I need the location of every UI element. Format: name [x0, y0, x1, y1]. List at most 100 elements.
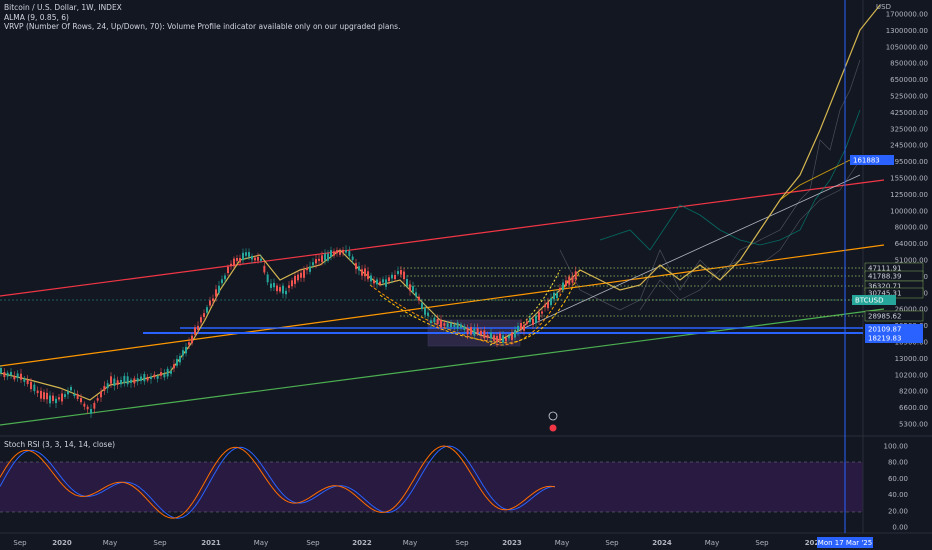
- rsi-tick-label: 40.00: [888, 491, 908, 499]
- candle-body: [170, 370, 172, 374]
- candle-body: [379, 281, 381, 285]
- candle-body: [276, 285, 278, 292]
- candle-body: [532, 318, 534, 325]
- candle-body: [248, 252, 250, 257]
- candle-body: [83, 403, 86, 407]
- price-tick-label: 6600.00: [899, 404, 928, 412]
- time-tick-label: Sep: [455, 539, 469, 547]
- candle-body: [450, 323, 452, 328]
- alma-indicator-label[interactable]: ALMA (9, 0.85, 6): [4, 13, 400, 23]
- candle-body: [163, 373, 166, 378]
- candle-body: [254, 257, 256, 261]
- candle-body: [55, 398, 57, 404]
- rsi-band: [0, 462, 863, 512]
- crosshair-time-text: Mon 17 Mar '25: [818, 539, 872, 547]
- candle-body: [342, 249, 344, 253]
- level-label-18219-text: 18219.83: [868, 335, 901, 343]
- symbol-title[interactable]: Bitcoin / U.S. Dollar, 1W, INDEX: [4, 3, 400, 13]
- candle-body: [285, 290, 287, 295]
- candle-body: [541, 311, 543, 314]
- candle-body: [358, 266, 360, 271]
- time-tick-label: Sep: [306, 539, 320, 547]
- time-tick-label: Sep: [13, 539, 27, 547]
- candle-body: [64, 394, 66, 397]
- candle-body: [397, 271, 399, 274]
- candle-body: [400, 270, 402, 275]
- candle-body: [236, 258, 238, 261]
- candle-body: [453, 324, 456, 327]
- candle-body: [221, 279, 223, 284]
- time-tick-label: May: [254, 539, 268, 547]
- price-tick-label: 525000.00: [890, 93, 928, 101]
- candle-body: [571, 276, 574, 283]
- candle-body: [282, 285, 284, 294]
- price-tick-label: 650000.00: [890, 76, 928, 84]
- candle-body: [257, 256, 259, 261]
- rsi-tick-label: 20.00: [888, 507, 908, 515]
- candle-body: [96, 398, 99, 401]
- candle-body: [568, 277, 571, 285]
- candle-body: [297, 274, 299, 281]
- candle-body: [33, 384, 36, 392]
- candle-body: [406, 278, 408, 286]
- candle-body: [529, 318, 531, 323]
- candle-body: [52, 395, 54, 401]
- candle-body: [153, 374, 156, 378]
- rsi-tick-label: 80.00: [888, 459, 908, 467]
- candle-body: [424, 307, 426, 315]
- price-tick-label: 425000.00: [890, 109, 928, 117]
- candle-body: [136, 378, 139, 382]
- price-tick-label: 155000.00: [890, 175, 928, 183]
- candle-body: [291, 280, 293, 287]
- candle-body: [176, 358, 178, 366]
- candle-body: [279, 287, 281, 292]
- candle-body: [391, 274, 393, 279]
- chart-legend: Bitcoin / U.S. Dollar, 1W, INDEX ALMA (9…: [4, 3, 400, 32]
- symbol-price-tag-text: BTCUSD: [855, 297, 884, 305]
- candle-body: [517, 325, 519, 331]
- candle-body: [436, 319, 439, 325]
- earnings-marker-icon[interactable]: [549, 424, 557, 432]
- candle-body: [544, 304, 546, 308]
- candle-body: [70, 386, 72, 391]
- candle-body: [382, 279, 384, 283]
- candle-body: [483, 330, 486, 339]
- candle-body: [394, 274, 396, 280]
- level-label-28985-text: 28985.62: [868, 313, 901, 321]
- candle-body: [460, 324, 462, 328]
- candle-body: [191, 335, 193, 344]
- rsi-tick-label: 60.00: [888, 475, 908, 483]
- candle-body: [6, 372, 9, 377]
- stoch-rsi-title[interactable]: Stoch RSI (3, 3, 14, 14, close): [4, 440, 115, 449]
- vrvp-indicator-label[interactable]: VRVP (Number Of Rows, 24, Up/Down, 70): …: [4, 22, 400, 32]
- candle-body: [230, 263, 232, 267]
- candle-body: [443, 323, 446, 326]
- time-tick-label: Sep: [153, 539, 167, 547]
- candle-body: [30, 381, 32, 390]
- candle-body: [565, 280, 567, 287]
- candle-body: [303, 270, 305, 278]
- candle-body: [73, 393, 76, 397]
- candle-body: [16, 373, 19, 379]
- candle-body: [456, 322, 459, 329]
- price-tick-label: 80000.00: [895, 224, 928, 232]
- candle-body: [218, 285, 220, 293]
- candle-body: [103, 385, 106, 392]
- candle-body: [20, 373, 22, 380]
- candle-body: [166, 368, 169, 377]
- candle-body: [333, 251, 335, 256]
- price-tick-label: 1700000.00: [886, 11, 928, 19]
- candle-body: [224, 275, 226, 280]
- candle-body: [361, 269, 363, 276]
- candle-body: [493, 335, 495, 341]
- time-tick-label: May: [103, 539, 117, 547]
- price-tick-label: 100000.00: [890, 207, 928, 215]
- candle-body: [385, 279, 387, 287]
- candle-body: [388, 277, 390, 282]
- price-chart[interactable]: USD1700000.001300000.001050000.00850000.…: [0, 0, 932, 550]
- level-label-41788-text: 41788.39: [868, 273, 901, 281]
- candle-body: [324, 253, 326, 261]
- candle-body: [86, 406, 89, 410]
- candle-body: [433, 317, 436, 323]
- candle-body: [43, 392, 45, 400]
